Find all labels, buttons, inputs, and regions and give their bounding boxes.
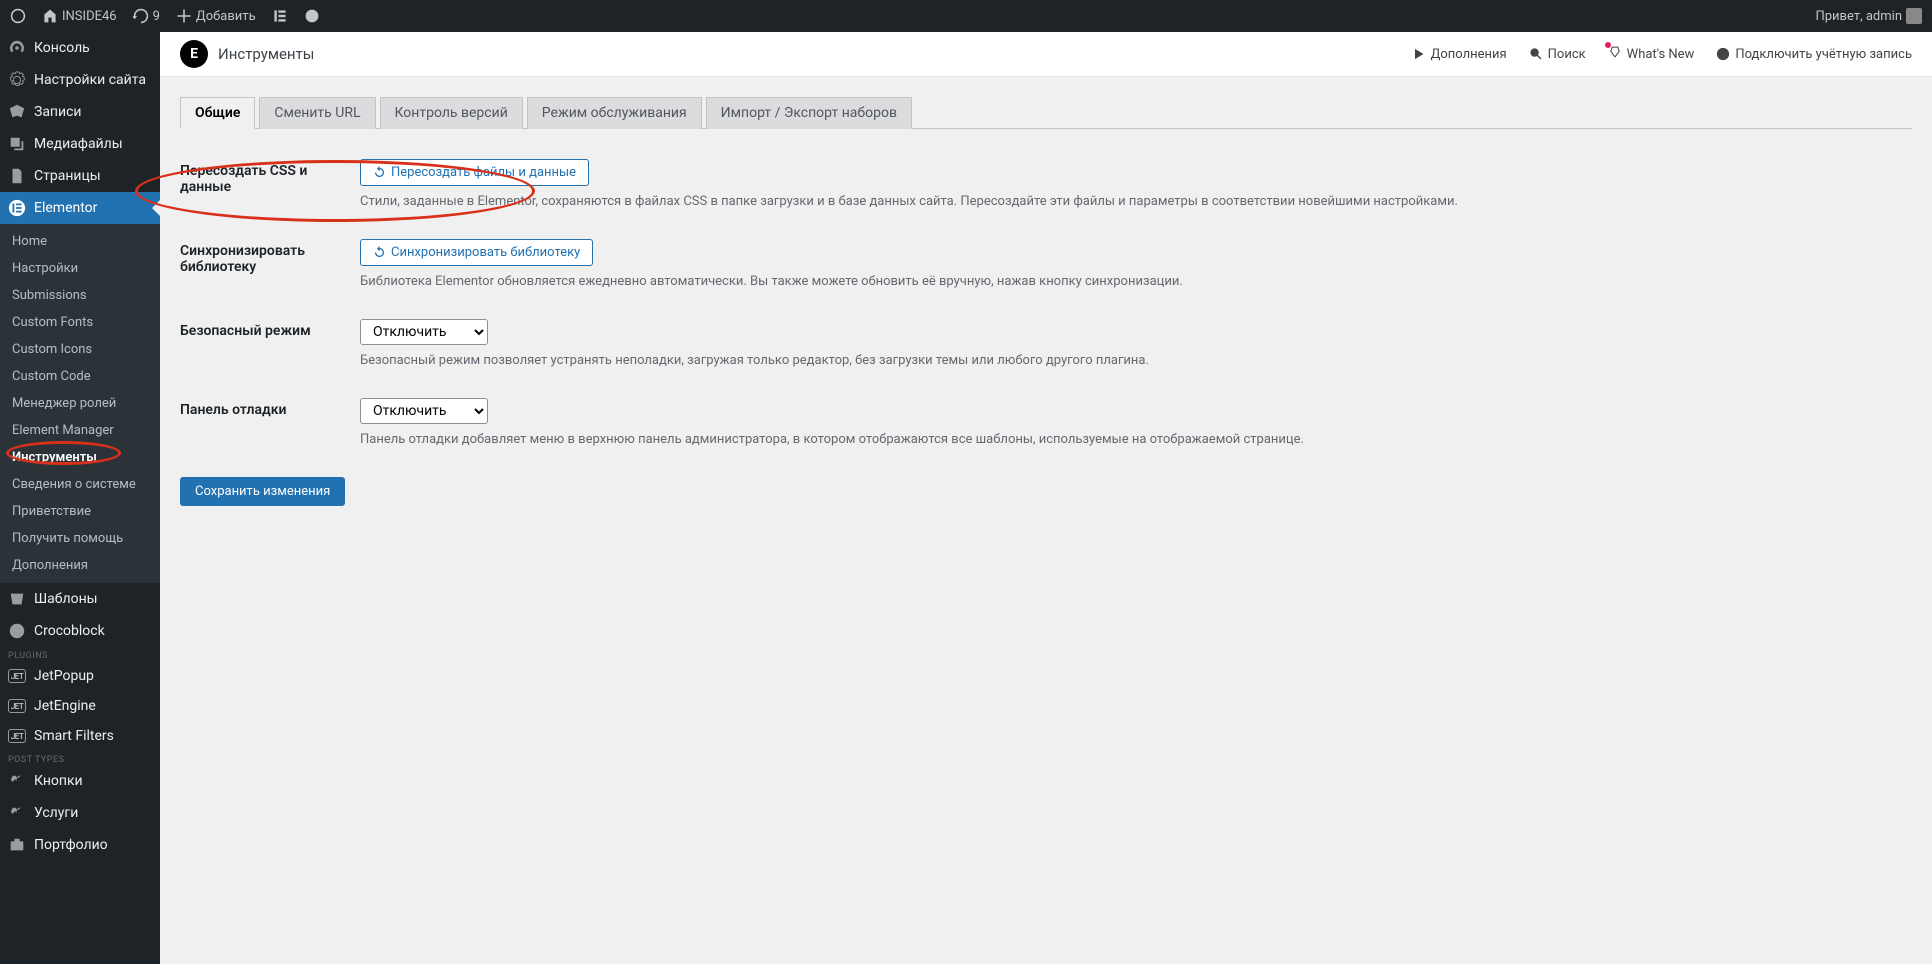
tab-import-export[interactable]: Импорт / Экспорт наборов — [706, 97, 912, 129]
main-content: E Инструменты Дополнения Поиск What's Ne… — [160, 32, 1932, 964]
posttypes-separator: POST TYPES — [0, 751, 160, 765]
debug-bar-select[interactable]: Отключить — [360, 398, 488, 424]
sidebar-item-portfolio[interactable]: Портфолио — [0, 829, 160, 861]
sync-library-button[interactable]: Синхронизировать библиотеку — [360, 239, 593, 266]
sub-sysinfo[interactable]: Сведения о системе — [0, 471, 160, 498]
sidebar-item-services[interactable]: Услуги — [0, 797, 160, 829]
jet-icon: JET — [8, 699, 26, 713]
jet-icon: JET — [8, 729, 26, 743]
sync-library-label: Синхронизировать библиотеку — [180, 239, 360, 289]
debug-bar-desc: Панель отладки добавляет меню в верхнюю … — [360, 432, 1912, 447]
avatar-icon — [1906, 8, 1922, 24]
safe-mode-select[interactable]: Отключить — [360, 319, 488, 345]
sub-elementmanager[interactable]: Element Manager — [0, 417, 160, 444]
tab-replace-url[interactable]: Сменить URL — [259, 97, 375, 129]
site-link[interactable]: INSIDE46 — [42, 8, 117, 24]
regenerate-css-desc: Стили, заданные в Elementor, сохраняются… — [360, 194, 1912, 209]
admin-sidebar: Консоль Настройки сайта Записи Медиафайл… — [0, 32, 160, 964]
page-header: E Инструменты Дополнения Поиск What's Ne… — [160, 32, 1932, 77]
sub-customicons[interactable]: Custom Icons — [0, 336, 160, 363]
wp-logo[interactable] — [10, 8, 26, 24]
sub-addons[interactable]: Дополнения — [0, 552, 160, 579]
tab-maintenance[interactable]: Режим обслуживания — [527, 97, 702, 129]
safe-mode-desc: Безопасный режим позволяет устранять неп… — [360, 353, 1912, 368]
sidebar-item-jetpopup[interactable]: JETJetPopup — [0, 661, 160, 691]
sidebar-item-buttons[interactable]: Кнопки — [0, 765, 160, 797]
site-name: INSIDE46 — [62, 9, 117, 24]
regenerate-css-label: Пересоздать CSS и данные — [180, 159, 360, 209]
settings-tabs: Общие Сменить URL Контроль версий Режим … — [180, 97, 1912, 129]
sidebar-item-settings[interactable]: Настройки сайта — [0, 64, 160, 96]
user-greeting[interactable]: Привет, admin — [1815, 8, 1922, 24]
sidebar-item-media[interactable]: Медиафайлы — [0, 128, 160, 160]
add-new-link[interactable]: Добавить — [176, 8, 256, 24]
admin-topbar: INSIDE46 9 Добавить Привет, admin — [0, 0, 1932, 32]
updates-link[interactable]: 9 — [133, 8, 160, 24]
elementor-finder[interactable] — [272, 8, 288, 24]
header-whatsnew[interactable]: What's New — [1608, 45, 1695, 63]
sub-customfonts[interactable]: Custom Fonts — [0, 309, 160, 336]
save-changes-button[interactable]: Сохранить изменения — [180, 477, 345, 506]
toolbar-icon[interactable] — [304, 8, 320, 24]
header-connect[interactable]: Подключить учётную запись — [1716, 47, 1912, 62]
sidebar-item-posts[interactable]: Записи — [0, 96, 160, 128]
page-title: Инструменты — [218, 45, 314, 63]
regenerate-css-button[interactable]: Пересоздать файлы и данные — [360, 159, 589, 186]
sub-rolemanager[interactable]: Менеджер ролей — [0, 390, 160, 417]
sidebar-item-jetengine[interactable]: JETJetEngine — [0, 691, 160, 721]
sub-tools[interactable]: Инструменты — [0, 444, 160, 471]
header-search[interactable]: Поиск — [1529, 47, 1586, 62]
sub-customcode[interactable]: Custom Code — [0, 363, 160, 390]
jet-icon: JET — [8, 669, 26, 683]
plugins-separator: PLUGINS — [0, 647, 160, 661]
sidebar-item-smartfilters[interactable]: JETSmart Filters — [0, 721, 160, 751]
add-label: Добавить — [196, 9, 256, 24]
sidebar-item-pages[interactable]: Страницы — [0, 160, 160, 192]
sub-welcome[interactable]: Приветствие — [0, 498, 160, 525]
safe-mode-label: Безопасный режим — [180, 319, 360, 368]
sub-submissions[interactable]: Submissions — [0, 282, 160, 309]
tab-version-control[interactable]: Контроль версий — [380, 97, 523, 129]
elementor-logo-icon: E — [180, 40, 208, 68]
sub-help[interactable]: Получить помощь — [0, 525, 160, 552]
sub-settings[interactable]: Настройки — [0, 255, 160, 282]
sidebar-item-elementor[interactable]: Elementor — [0, 192, 160, 224]
sidebar-item-templates[interactable]: Шаблоны — [0, 583, 160, 615]
elementor-submenu: Home Настройки Submissions Custom Fonts … — [0, 224, 160, 583]
sync-library-desc: Библиотека Elementor обновляется ежеднев… — [360, 274, 1912, 289]
notification-dot-icon — [1608, 45, 1622, 63]
tab-general[interactable]: Общие — [180, 97, 255, 129]
debug-bar-label: Панель отладки — [180, 398, 360, 447]
sidebar-item-crocoblock[interactable]: Crocoblock — [0, 615, 160, 647]
updates-count: 9 — [153, 9, 160, 24]
sub-home[interactable]: Home — [0, 228, 160, 255]
sidebar-item-console[interactable]: Консоль — [0, 32, 160, 64]
header-addons[interactable]: Дополнения — [1412, 47, 1507, 62]
